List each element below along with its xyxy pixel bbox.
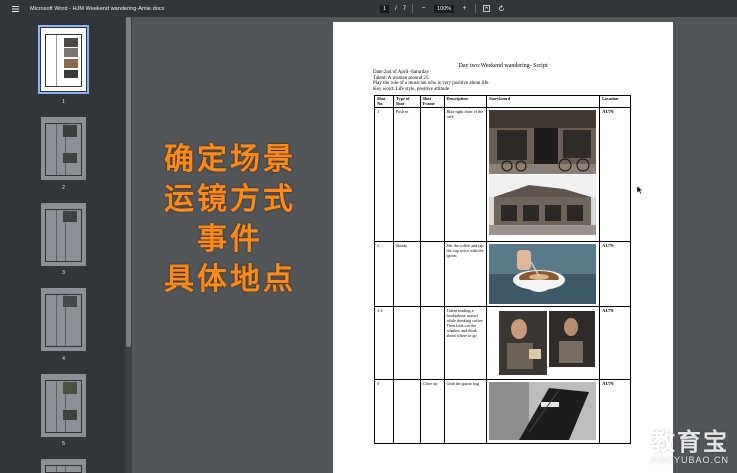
table-row: 5 Close up Grab the guitar bag AU79 bbox=[374, 379, 631, 445]
mouse-cursor-icon bbox=[637, 186, 643, 194]
zoom-in-button[interactable]: + bbox=[460, 4, 469, 13]
cell-location: AU79 bbox=[599, 306, 631, 381]
cell-description: Talent reading a book(about music) while… bbox=[443, 306, 488, 381]
thumbnail-label: 3 bbox=[62, 270, 65, 276]
cell-description: Grab the guitar bag bbox=[443, 379, 488, 445]
document-page: Day two:Weekend wandering- Script Date:2… bbox=[333, 22, 673, 473]
cell-shot-no: 1 bbox=[374, 107, 394, 243]
cell-type bbox=[392, 379, 421, 445]
thumb-table bbox=[45, 465, 82, 473]
thumb-image bbox=[63, 153, 77, 163]
cell-frame bbox=[419, 107, 445, 243]
script-title: Day two:Weekend wandering- Script bbox=[458, 63, 548, 69]
cell-description: Stir the coffee and tap the cup twice wi… bbox=[443, 241, 488, 308]
thumb-image bbox=[64, 38, 78, 47]
zoom-out-button[interactable]: − bbox=[419, 4, 428, 13]
divider bbox=[412, 4, 414, 13]
thumb-image bbox=[64, 59, 78, 68]
storyboard-image-coffee-cup bbox=[489, 244, 597, 305]
cell-shot-no: 3-4 bbox=[374, 306, 394, 381]
cell-storyboard bbox=[486, 107, 601, 243]
thumbnail-page-5[interactable] bbox=[41, 374, 86, 437]
cell-type: Push in bbox=[392, 107, 421, 243]
thumbnail-label: 4 bbox=[62, 356, 65, 362]
storyboard-image-guitar-bag bbox=[489, 382, 597, 441]
cell-type: Steady bbox=[392, 241, 421, 308]
thumbnail-page-1[interactable] bbox=[38, 25, 89, 94]
thumbnail-page-4[interactable] bbox=[41, 288, 86, 351]
storyboard-image-cafe-front bbox=[489, 175, 597, 236]
overlay-line: 运镜方式 bbox=[164, 182, 296, 217]
pdf-viewer: Microsoft Word - HJM Weekend wandering-A… bbox=[0, 0, 737, 473]
header-shot-frame: Shot Frame bbox=[419, 94, 445, 109]
table-row: 2 Steady Stir the coffee and tap the cup… bbox=[374, 241, 631, 308]
cell-storyboard bbox=[486, 306, 601, 381]
watermark-url: JIAOYUBAO.CN bbox=[649, 455, 729, 465]
header-storyboard: Storyboard bbox=[486, 94, 601, 109]
annotation-overlay: 确定场景 运镜方式 事件 具体地点 bbox=[150, 140, 310, 300]
cell-location: AU79 bbox=[599, 241, 631, 308]
table-row: 1 Push in Bike right front of the café A… bbox=[374, 107, 631, 243]
page-separator: / bbox=[395, 5, 397, 12]
storyboard-image-cafe-bikes bbox=[489, 110, 597, 175]
menu-icon[interactable] bbox=[8, 0, 22, 17]
toolbar: Microsoft Word - HJM Weekend wandering-A… bbox=[0, 0, 737, 17]
table-header-row: Shot No. Type of Shot Shot Frame Descrip… bbox=[374, 94, 631, 109]
header-description: Description bbox=[443, 94, 488, 109]
thumb-image bbox=[64, 70, 78, 78]
storyboard-table: Shot No. Type of Shot Shot Frame Descrip… bbox=[374, 94, 631, 445]
cell-frame bbox=[419, 241, 445, 308]
header-shot-no: Shot No. bbox=[374, 94, 394, 109]
cell-shot-no: 2 bbox=[374, 241, 394, 308]
thumbnail-page-6[interactable] bbox=[41, 459, 86, 473]
cell-description: Bike right front of the café bbox=[443, 107, 488, 243]
cell-type bbox=[392, 306, 421, 381]
thumb-image bbox=[63, 382, 77, 394]
thumb-image bbox=[64, 48, 78, 57]
thumbnail-sidebar: 1 2 3 4 5 bbox=[0, 17, 125, 473]
cell-frame: Close up bbox=[419, 379, 445, 445]
header-type-of-shot: Type of Shot bbox=[392, 94, 421, 109]
document-title: Microsoft Word - HJM Weekend wandering-A… bbox=[30, 5, 165, 12]
thumbnail-label: 1 bbox=[62, 99, 65, 105]
storyboard-image-reading-woman bbox=[489, 309, 597, 378]
overlay-line: 事件 bbox=[197, 222, 263, 257]
page-total: 7 bbox=[402, 5, 407, 12]
header-location: Location bbox=[599, 94, 631, 109]
rotate-icon[interactable] bbox=[497, 4, 506, 13]
thumbnail-page-2[interactable] bbox=[41, 117, 86, 180]
divider bbox=[475, 4, 477, 13]
page-controls: 1 / 7 − 100% + bbox=[380, 0, 506, 17]
thumb-image bbox=[63, 410, 77, 420]
script-meta: Date:2nd of April -Saturday Talent: A wo… bbox=[373, 70, 490, 92]
thumb-image bbox=[63, 125, 77, 137]
thumbnail-page-3[interactable] bbox=[41, 203, 86, 266]
cell-location: AU79 bbox=[599, 107, 631, 243]
watermark: 教育宝 JIAOYUBAO.CN bbox=[650, 429, 729, 465]
cell-storyboard bbox=[486, 241, 601, 308]
fit-page-icon[interactable] bbox=[482, 4, 491, 13]
cell-frame bbox=[419, 306, 445, 381]
thumbnail-label: 2 bbox=[62, 185, 65, 191]
thumb-image bbox=[63, 211, 77, 222]
cell-location: AU79 bbox=[599, 379, 631, 445]
sidebar-scrollbar-thumb[interactable] bbox=[126, 17, 131, 347]
zoom-input[interactable]: 100% bbox=[434, 4, 455, 13]
cell-storyboard bbox=[486, 379, 601, 445]
thumb-image bbox=[63, 296, 77, 307]
role-line: Play the role of a musician who is very … bbox=[373, 81, 490, 87]
cell-shot-no: 5 bbox=[374, 379, 394, 445]
overlay-line: 具体地点 bbox=[164, 262, 296, 297]
thumbnail-label: 5 bbox=[62, 441, 65, 447]
keyword-line: Key word: Life style, positive attitude bbox=[373, 86, 450, 92]
page-number-input[interactable]: 1 bbox=[380, 4, 390, 13]
overlay-line: 确定场景 bbox=[164, 142, 296, 177]
table-row: 3-4 Talent reading a book(about music) w… bbox=[374, 306, 631, 381]
watermark-logo-text: 教育宝 bbox=[651, 428, 729, 456]
